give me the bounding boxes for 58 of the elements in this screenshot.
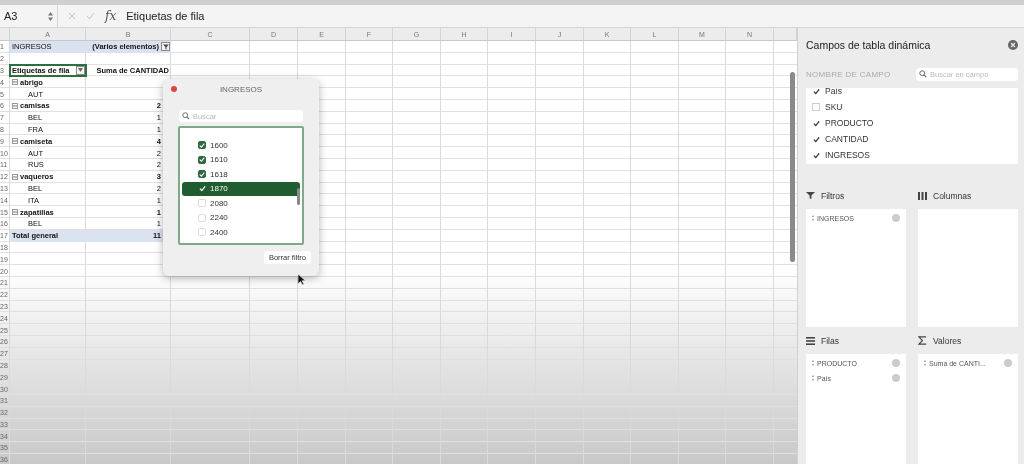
popup-title: INGRESOS <box>218 84 264 94</box>
collapse-icon[interactable] <box>12 209 18 216</box>
info-icon[interactable] <box>1004 359 1012 367</box>
collapse-icon[interactable] <box>12 138 18 145</box>
info-icon[interactable] <box>892 214 900 222</box>
search-icon <box>182 112 190 120</box>
filter-item[interactable]: 1610 <box>182 152 300 167</box>
area-title: Filtros <box>806 182 906 209</box>
select-all-corner[interactable] <box>0 28 10 41</box>
stepper-icon <box>48 11 53 21</box>
function-label[interactable]: fx <box>105 9 117 23</box>
checkbox[interactable] <box>198 141 206 150</box>
checkbox[interactable] <box>812 119 820 127</box>
confirm-icon[interactable] <box>86 12 95 20</box>
column-header[interactable] <box>774 28 797 41</box>
cursor-icon <box>298 274 306 285</box>
field-item[interactable]: País <box>812 88 1018 99</box>
filter-item[interactable]: 1600 <box>182 138 300 153</box>
checkbox[interactable] <box>198 170 206 179</box>
scrollbar[interactable] <box>790 72 795 262</box>
checkbox[interactable] <box>812 88 820 95</box>
area-title: Filas <box>806 327 906 354</box>
field-item[interactable]: INGRESOS <box>812 147 1018 163</box>
filter-item[interactable]: 2400 <box>182 225 300 240</box>
funnel-icon <box>806 191 815 200</box>
filter-item[interactable]: 2240 <box>182 210 300 225</box>
sigma-icon <box>918 336 927 345</box>
drag-handle-icon[interactable] <box>812 360 814 366</box>
dropdown-button[interactable] <box>76 66 85 75</box>
collapse-icon[interactable] <box>12 102 18 109</box>
collapse-icon[interactable] <box>12 173 18 180</box>
collapse-icon[interactable] <box>12 79 18 86</box>
check-icon <box>812 88 820 95</box>
panel-title: Campos de tabla dinámica <box>806 39 931 51</box>
rows-icon <box>806 336 815 345</box>
drag-handle-icon[interactable] <box>924 360 926 366</box>
field-item[interactable]: PRODUCTO <box>812 115 1018 131</box>
columns-icon <box>918 191 927 200</box>
name-box[interactable]: A3 <box>0 5 58 27</box>
drag-handle-icon[interactable] <box>812 375 814 381</box>
checkbox[interactable] <box>812 151 820 159</box>
cancel-icon[interactable] <box>68 12 76 20</box>
filter-item[interactable]: 1618 <box>182 167 300 182</box>
search-icon <box>919 70 927 78</box>
field-item[interactable]: CANTIDAD <box>812 131 1018 147</box>
filter-button[interactable] <box>161 42 170 52</box>
close-button[interactable] <box>171 86 177 92</box>
filter-item[interactable]: 2080 <box>182 196 300 211</box>
close-icon[interactable] <box>1008 40 1018 50</box>
area-title: Columnas <box>918 182 1018 209</box>
scrollbar[interactable] <box>297 188 300 205</box>
formula-text[interactable]: Etiquetas de fila <box>126 10 205 22</box>
checkbox[interactable] <box>198 155 206 164</box>
filter-item[interactable]: 1870 <box>182 181 300 196</box>
field-item[interactable]: SKU <box>812 99 1018 115</box>
drag-handle-icon[interactable] <box>812 215 814 221</box>
checkbox[interactable] <box>812 135 820 143</box>
area-title: Valores <box>918 327 1018 354</box>
